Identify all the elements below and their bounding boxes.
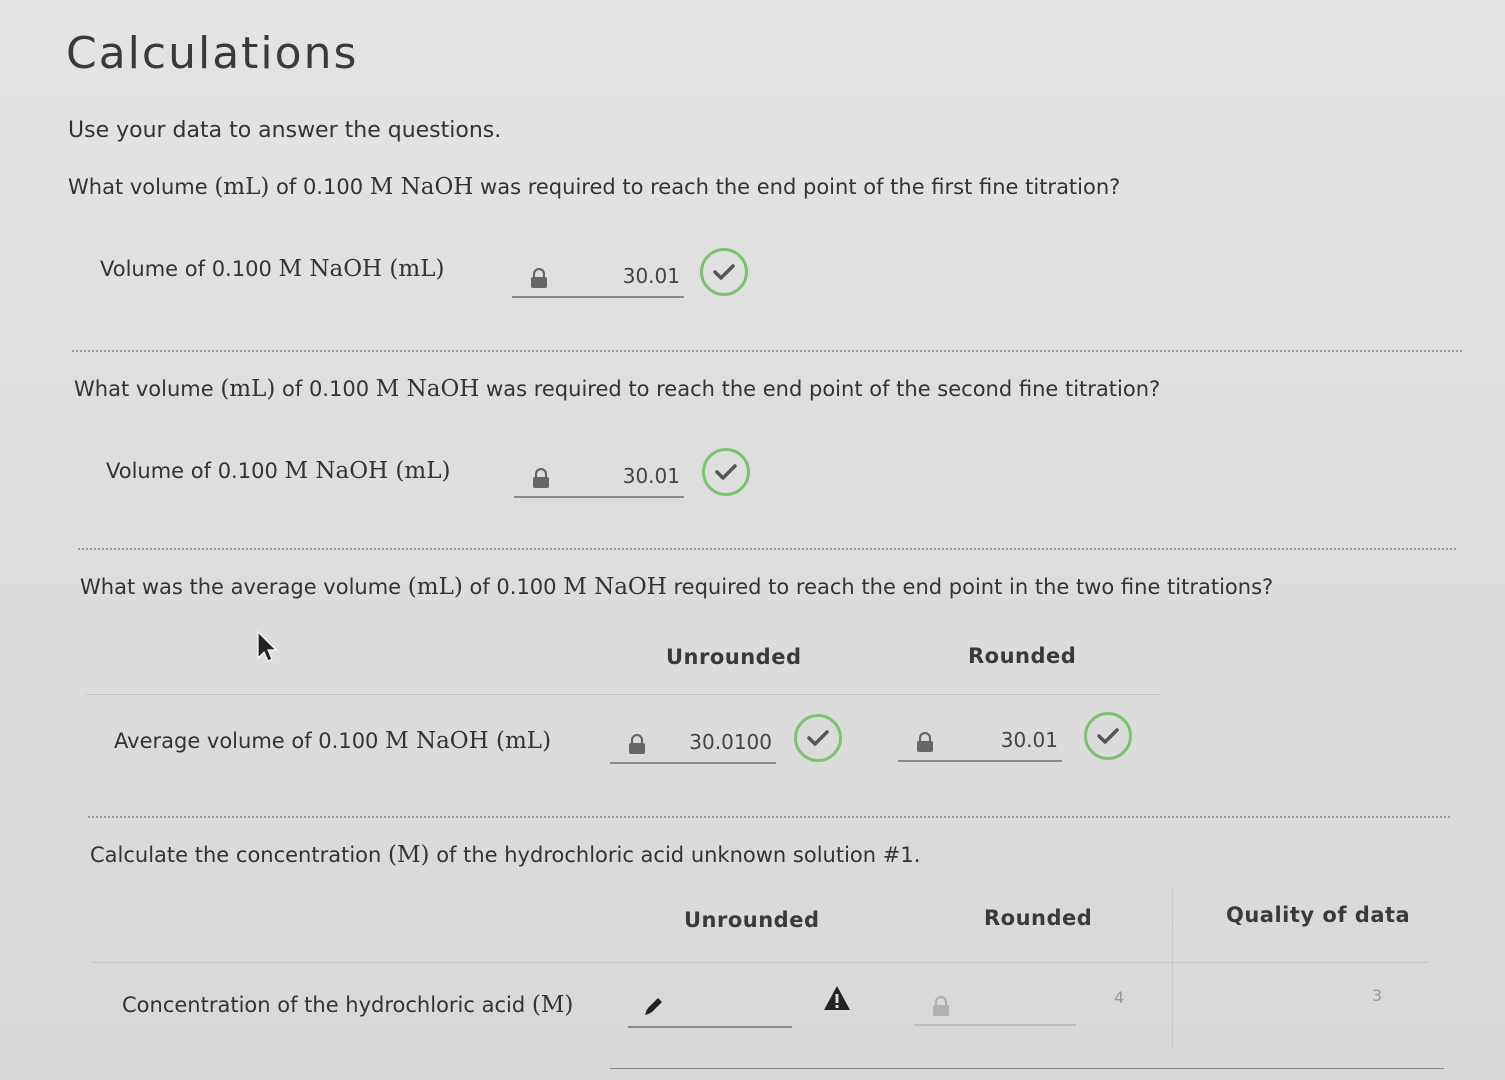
question-2: What volume (mL) of 0.100 M NaOH was req… — [74, 376, 1161, 402]
lock-icon — [533, 468, 549, 488]
lock-icon — [531, 268, 547, 288]
q4-col-rounded: Rounded — [984, 906, 1093, 930]
q1-field-label: Volume of 0.100 M NaOH (mL) — [100, 256, 445, 282]
page-title: Calculations — [66, 28, 359, 79]
lock-icon — [933, 996, 949, 1016]
q3-field-label: Average volume of 0.100 M NaOH (mL) — [114, 728, 552, 754]
correct-check-icon — [794, 714, 842, 762]
lock-icon — [917, 732, 933, 752]
correct-check-icon — [702, 448, 750, 496]
question-4: Calculate the concentration (M) of the h… — [90, 842, 921, 868]
q3-rounded-value: 30.01 — [1000, 728, 1058, 752]
q2-volume-value: 30.01 — [622, 464, 680, 488]
q1-volume-input[interactable]: 30.01 — [512, 258, 684, 298]
column-separator — [1172, 888, 1173, 1048]
pencil-icon — [645, 998, 662, 1015]
q4-rounded-count: 4 — [1114, 988, 1125, 1007]
q4-unrounded-input[interactable] — [628, 988, 792, 1028]
q1-volume-value: 30.01 — [622, 264, 680, 288]
q3-col-unrounded: Unrounded — [666, 645, 802, 669]
q4-col-unrounded: Unrounded — [684, 908, 820, 932]
mouse-cursor-icon — [257, 630, 278, 662]
table-header-rule — [92, 962, 1428, 963]
bottom-rule — [610, 1068, 1444, 1069]
lock-icon — [629, 734, 645, 754]
q4-quality-count: 3 — [1372, 986, 1383, 1005]
correct-check-icon — [700, 248, 748, 296]
q3-col-rounded: Rounded — [968, 644, 1077, 668]
question-1: What volume (mL) of 0.100 M NaOH was req… — [68, 174, 1121, 200]
q4-col-quality: Quality of data — [1226, 903, 1411, 927]
intro-text: Use your data to answer the questions. — [68, 118, 502, 143]
question-3: What was the average volume (mL) of 0.10… — [80, 574, 1274, 600]
q2-field-label: Volume of 0.100 M NaOH (mL) — [106, 458, 451, 484]
q4-rounded-input — [914, 986, 1076, 1026]
q2-volume-input[interactable]: 30.01 — [514, 458, 684, 498]
q3-unrounded-input[interactable]: 30.0100 — [610, 724, 776, 764]
section-divider — [72, 350, 1462, 352]
q3-unrounded-value: 30.0100 — [689, 730, 772, 754]
section-divider — [78, 548, 1456, 550]
correct-check-icon — [1084, 712, 1132, 760]
section-divider — [88, 816, 1450, 818]
table-header-rule — [86, 694, 1160, 695]
warning-icon — [824, 986, 850, 1010]
q3-rounded-input[interactable]: 30.01 — [898, 722, 1062, 762]
q4-field-label: Concentration of the hydrochloric acid (… — [122, 992, 574, 1018]
